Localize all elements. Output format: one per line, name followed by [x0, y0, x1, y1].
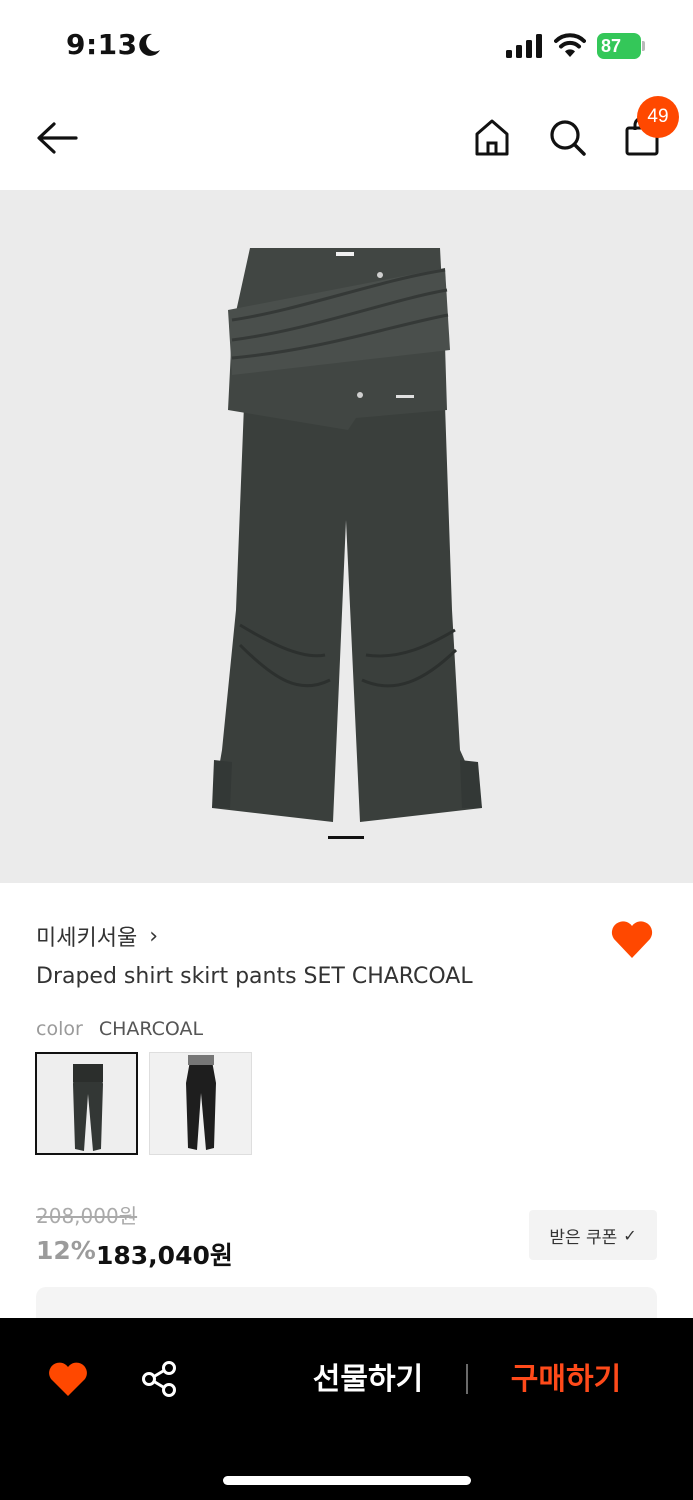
- divider: [466, 1364, 468, 1394]
- home-icon[interactable]: [472, 116, 512, 158]
- original-price: 208,000원: [36, 1204, 138, 1228]
- heart-icon[interactable]: [610, 918, 654, 960]
- coupon-label: 받은 쿠폰: [549, 1227, 618, 1248]
- nav-bar: [0, 90, 693, 190]
- thumbnail-image: [150, 1053, 251, 1154]
- moon-icon: [139, 33, 160, 56]
- signal-icon: [506, 34, 542, 58]
- battery-level: 87: [597, 33, 641, 59]
- product-image[interactable]: [0, 190, 693, 883]
- product-title: Draped shirt skirt pants SET CHARCOAL: [36, 964, 473, 989]
- brand-link[interactable]: 미세키서울 ›: [36, 920, 158, 952]
- status-bar: 9:13 87: [0, 0, 693, 90]
- bottom-action-bar: 선물하기 구매하기: [0, 1318, 693, 1500]
- image-page-indicator: [328, 836, 364, 839]
- received-coupon-button[interactable]: 받은 쿠폰 ✓: [529, 1210, 657, 1260]
- sale-price: 183,040원: [96, 1241, 233, 1270]
- back-arrow-icon[interactable]: [34, 118, 80, 158]
- heart-icon[interactable]: [48, 1360, 88, 1398]
- check-icon: ✓: [623, 1225, 637, 1245]
- buy-button[interactable]: 구매하기: [496, 1354, 636, 1406]
- battery-icon: 87: [597, 33, 645, 59]
- color-option-row: color CHARCOAL: [36, 1018, 203, 1040]
- cart-count-badge: 49: [637, 96, 679, 138]
- battery-tip: [642, 41, 645, 51]
- home-indicator[interactable]: [223, 1476, 471, 1485]
- thumbnail-image: [37, 1054, 136, 1153]
- share-icon[interactable]: [140, 1360, 178, 1398]
- wifi-icon: [554, 33, 586, 57]
- color-thumbnail[interactable]: [149, 1052, 252, 1155]
- discount-rate: 12%: [36, 1236, 96, 1265]
- gift-button[interactable]: 선물하기: [298, 1354, 438, 1406]
- color-thumbnail-selected[interactable]: [35, 1052, 138, 1155]
- chevron-right-icon: ›: [149, 923, 159, 949]
- color-label: color: [36, 1018, 83, 1040]
- brand-name: 미세키서울: [36, 926, 138, 951]
- status-time: 9:13: [66, 28, 138, 61]
- color-value: CHARCOAL: [98, 1018, 204, 1040]
- product-photo: [212, 248, 482, 822]
- search-icon[interactable]: [547, 116, 587, 158]
